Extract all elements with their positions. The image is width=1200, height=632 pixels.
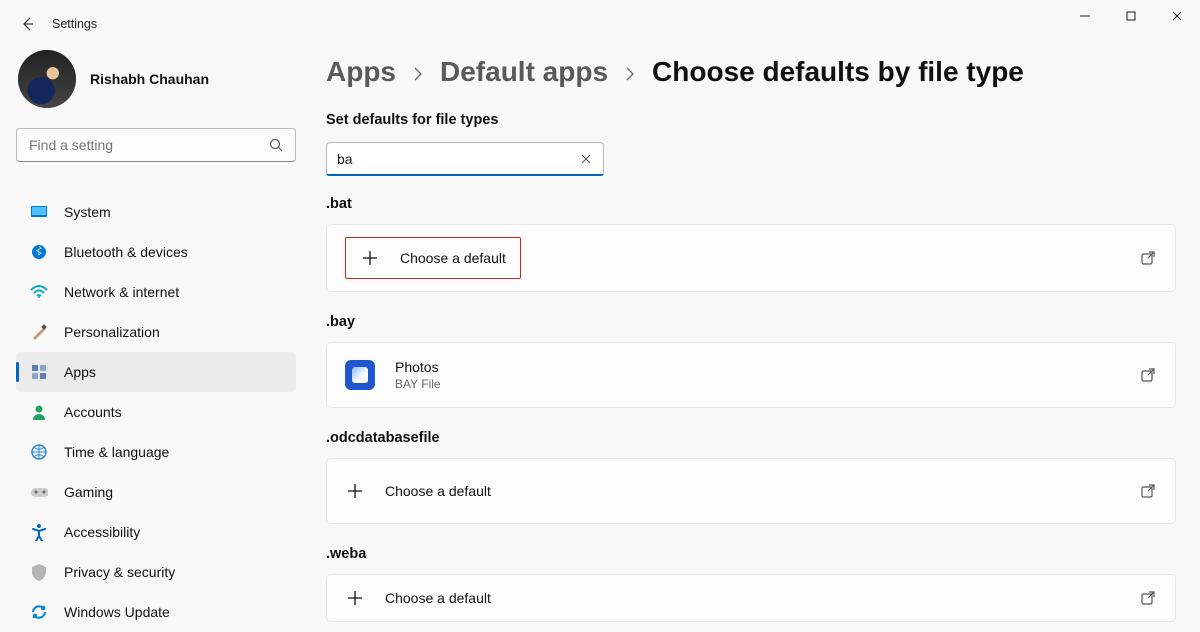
sidebar-item-label: Personalization <box>64 324 160 340</box>
plus-icon <box>360 248 380 268</box>
sidebar-item-accessibility[interactable]: Accessibility <box>16 512 296 552</box>
sidebar-item-label: System <box>64 204 111 220</box>
avatar <box>18 50 76 108</box>
open-icon <box>1141 591 1155 605</box>
accessibility-icon <box>30 523 48 541</box>
user-profile[interactable]: Rishabh Chauhan <box>18 50 296 108</box>
titlebar: Settings <box>0 0 1200 48</box>
person-icon <box>30 403 48 421</box>
wifi-icon <box>30 283 48 301</box>
choose-default-label: Choose a default <box>385 590 491 606</box>
choose-default-label: Choose a default <box>385 483 491 499</box>
highlight-box: Choose a default <box>345 237 521 279</box>
sidebar-item-label: Bluetooth & devices <box>64 244 188 260</box>
sidebar-nav: System Bluetooth & devices Network & int… <box>16 192 296 632</box>
sidebar-item-apps[interactable]: Apps <box>16 352 296 392</box>
sidebar-item-update[interactable]: Windows Update <box>16 592 296 632</box>
photos-app-icon <box>345 360 375 390</box>
system-icon <box>30 203 48 221</box>
choose-default-label: Choose a default <box>400 250 506 266</box>
sidebar-item-label: Time & language <box>64 444 169 460</box>
sidebar-item-label: Accessibility <box>64 524 140 540</box>
main-content: Apps Default apps Choose defaults by fil… <box>326 56 1178 622</box>
plus-icon <box>345 481 365 501</box>
sidebar-item-label: Windows Update <box>64 604 170 620</box>
open-icon <box>1141 251 1155 265</box>
minimize-button[interactable] <box>1062 0 1108 32</box>
bluetooth-icon <box>30 243 48 261</box>
maximize-button[interactable] <box>1108 0 1154 32</box>
brush-icon <box>30 323 48 341</box>
sidebar: Rishabh Chauhan System Bluetooth & devic… <box>16 50 296 632</box>
update-icon <box>30 603 48 621</box>
clock-globe-icon <box>30 443 48 461</box>
window-title: Settings <box>52 17 97 31</box>
sidebar-item-personalization[interactable]: Personalization <box>16 312 296 352</box>
filetype-row-bat[interactable]: Choose a default <box>326 224 1176 292</box>
sidebar-search <box>16 128 296 162</box>
extension-label: .bay <box>326 314 1178 330</box>
open-icon <box>1141 484 1155 498</box>
plus-icon <box>345 588 365 608</box>
breadcrumb-current: Choose defaults by file type <box>652 56 1024 88</box>
close-button[interactable] <box>1154 0 1200 32</box>
open-icon <box>1141 368 1155 382</box>
extension-label: .bat <box>326 196 1178 212</box>
sidebar-item-time[interactable]: Time & language <box>16 432 296 472</box>
user-name: Rishabh Chauhan <box>90 71 209 87</box>
shield-icon <box>30 563 48 581</box>
window-controls <box>1062 0 1200 32</box>
sidebar-item-gaming[interactable]: Gaming <box>16 472 296 512</box>
breadcrumb-default-apps[interactable]: Default apps <box>440 56 608 88</box>
clear-filter-button[interactable] <box>574 142 598 176</box>
sidebar-item-label: Apps <box>64 364 96 380</box>
sidebar-item-privacy[interactable]: Privacy & security <box>16 552 296 592</box>
gamepad-icon <box>30 483 48 501</box>
filetype-row-weba[interactable]: Choose a default <box>326 574 1176 622</box>
file-desc: BAY File <box>395 377 441 391</box>
extension-label: .weba <box>326 546 1178 562</box>
sidebar-item-label: Gaming <box>64 484 113 500</box>
section-label: Set defaults for file types <box>326 112 1178 128</box>
sidebar-item-accounts[interactable]: Accounts <box>16 392 296 432</box>
sidebar-item-bluetooth[interactable]: Bluetooth & devices <box>16 232 296 272</box>
extension-label: .odcdatabasefile <box>326 430 1178 446</box>
search-input[interactable] <box>16 128 296 162</box>
sidebar-item-label: Network & internet <box>64 284 179 300</box>
sidebar-item-network[interactable]: Network & internet <box>16 272 296 312</box>
filter-input[interactable] <box>326 142 604 176</box>
search-icon[interactable] <box>262 128 290 162</box>
sidebar-item-label: Accounts <box>64 404 122 420</box>
chevron-right-icon <box>414 67 422 81</box>
filter-wrap <box>326 142 604 176</box>
sidebar-item-label: Privacy & security <box>64 564 175 580</box>
back-button[interactable] <box>12 8 44 40</box>
breadcrumb: Apps Default apps Choose defaults by fil… <box>326 56 1178 88</box>
filetype-row-bay[interactable]: Photos BAY File <box>326 342 1176 408</box>
filetype-row-odc[interactable]: Choose a default <box>326 458 1176 524</box>
sidebar-item-system[interactable]: System <box>16 192 296 232</box>
chevron-right-icon <box>626 67 634 81</box>
breadcrumb-apps[interactable]: Apps <box>326 56 396 88</box>
apps-icon <box>30 363 48 381</box>
app-name: Photos <box>395 359 441 375</box>
